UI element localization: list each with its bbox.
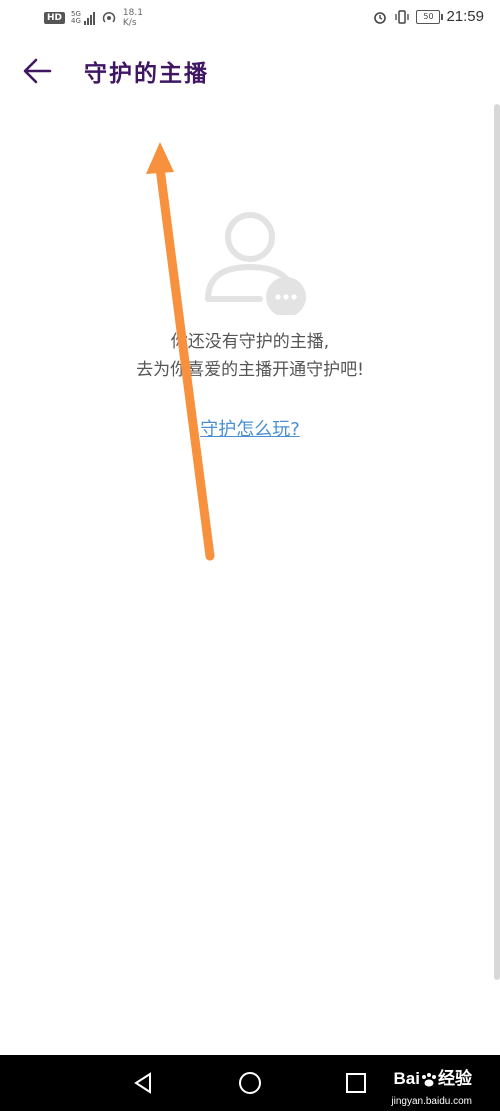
triangle-back-icon bbox=[134, 1072, 151, 1094]
arrow-left-icon bbox=[23, 58, 52, 84]
nav-recent-button[interactable] bbox=[342, 1069, 370, 1097]
signal-icon: 5G 4G bbox=[71, 11, 95, 25]
app-bar: 守护的主播 bbox=[0, 36, 500, 106]
annotation-arrow bbox=[146, 142, 215, 561]
hotspot-icon bbox=[102, 11, 116, 23]
empty-message-line1: 你还没有守护的主播, bbox=[170, 332, 330, 352]
nav-back-button[interactable] bbox=[130, 1069, 158, 1097]
empty-message-line2: 去为你喜爱的主播开通守护吧! bbox=[136, 360, 364, 380]
how-to-guard-link[interactable]: 守护怎么玩? bbox=[0, 415, 500, 441]
status-right: 50 21:59 bbox=[372, 8, 484, 25]
baidu-watermark: Bai 经验 bbox=[393, 1069, 472, 1088]
status-left: HD 5G 4G 18.1 K/s bbox=[44, 8, 143, 28]
battery-icon: 50 bbox=[416, 9, 444, 24]
back-button[interactable] bbox=[20, 54, 56, 88]
vibrate-icon bbox=[395, 9, 410, 24]
nav-home-button[interactable] bbox=[236, 1069, 264, 1097]
baidu-watermark-url: jingyan.baidu.com bbox=[391, 1096, 472, 1107]
scrollbar[interactable] bbox=[494, 104, 500, 980]
circle-home-icon bbox=[239, 1072, 261, 1094]
empty-user-icon bbox=[198, 205, 318, 317]
clock: 21:59 bbox=[446, 8, 484, 25]
square-recent-icon bbox=[346, 1073, 366, 1093]
network-speed: 18.1 K/s bbox=[122, 8, 143, 28]
alarm-icon bbox=[374, 11, 387, 24]
paw-icon bbox=[422, 1072, 436, 1087]
page-title: 守护的主播 bbox=[84, 60, 209, 87]
empty-message: 你还没有守护的主播, 去为你喜爱的主播开通守护吧! bbox=[0, 328, 500, 384]
network-type: 5G 4G bbox=[71, 10, 81, 25]
status-bar: HD 5G 4G 18.1 K/s 50 21:59 bbox=[0, 0, 500, 36]
system-nav-bar: Bai 经验 jingyan.baidu.com bbox=[0, 1055, 500, 1111]
hd-badge: HD bbox=[44, 12, 66, 24]
